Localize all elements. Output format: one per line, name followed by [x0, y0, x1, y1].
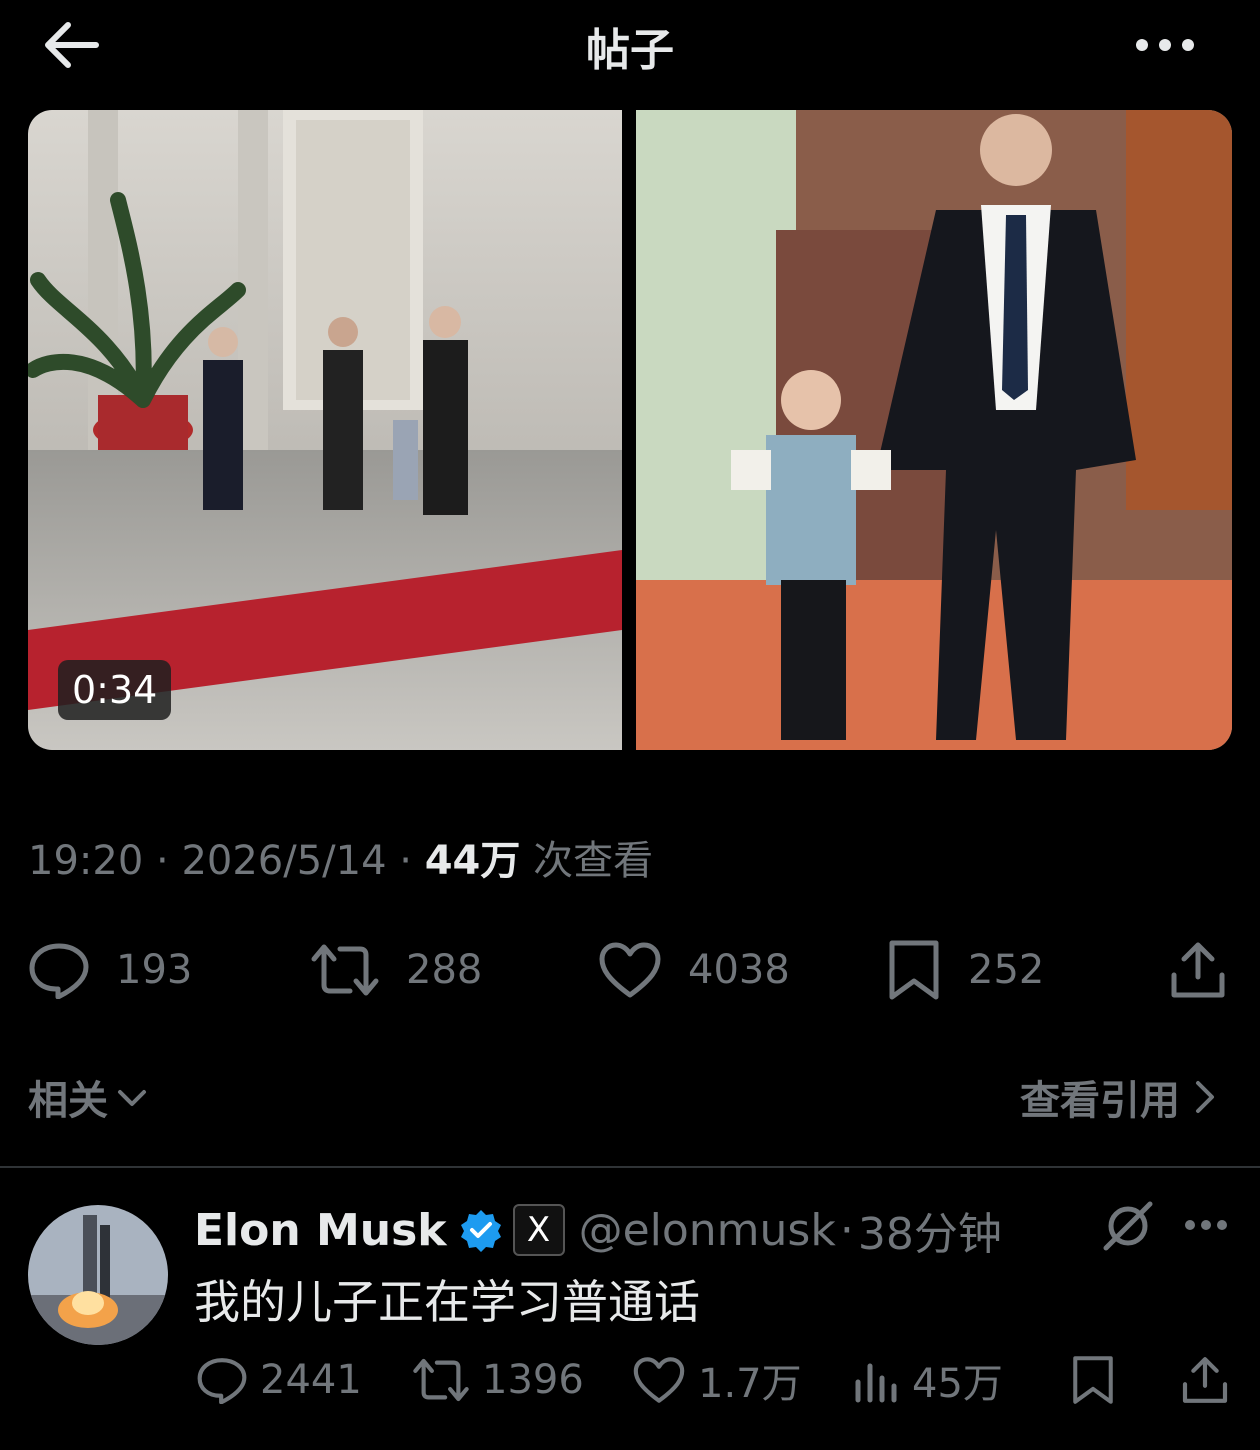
reply-like-count: 1.7万	[698, 1361, 802, 1407]
divider	[0, 1166, 1260, 1168]
comment-icon	[197, 1358, 247, 1404]
reply-header: Elon Musk X @elonmusk · 38分钟	[194, 1198, 1002, 1262]
post-meta: 19:20 · 2026/5/14 · 44万 次查看	[28, 838, 654, 884]
view-quotes-label: 查看引用	[1020, 1078, 1180, 1124]
view-count: 44万	[424, 838, 521, 884]
repost-count: 288	[406, 947, 483, 993]
media-grid: 0:34	[28, 110, 1232, 750]
more-horizontal-icon	[1185, 1220, 1227, 1230]
reply-text: 我的儿子正在学习普通话	[194, 1275, 700, 1329]
reply-more-button[interactable]	[1182, 1210, 1230, 1244]
reply-like-button[interactable]: 1.7万	[632, 1350, 802, 1410]
reply-repost-button[interactable]: 1396	[412, 1350, 584, 1410]
grok-button[interactable]	[1100, 1200, 1156, 1256]
more-horizontal-icon	[1136, 39, 1194, 51]
view-label: 次查看	[533, 838, 654, 884]
reply-reply-count: 2441	[260, 1357, 362, 1403]
reply-reply-button[interactable]: 2441	[196, 1350, 362, 1410]
reply-time: 38分钟	[857, 1209, 1002, 1260]
reply-button[interactable]: 193	[28, 935, 192, 1005]
bookmark-button[interactable]: 252	[886, 935, 1044, 1005]
x-affiliate-badge: X	[512, 1204, 565, 1256]
more-button[interactable]	[1130, 18, 1200, 72]
share-icon	[1171, 942, 1225, 998]
page-title: 帖子	[586, 25, 674, 76]
heart-icon	[599, 942, 661, 998]
verified-badge-icon	[460, 1210, 501, 1252]
bookmark-icon	[889, 940, 939, 1000]
bookmark-count: 252	[968, 947, 1045, 993]
comment-icon	[29, 943, 89, 999]
reply-share-button[interactable]	[1180, 1350, 1242, 1410]
video-duration-badge: 0:34	[58, 660, 172, 720]
related-label: 相关	[28, 1078, 108, 1124]
like-button[interactable]: 4038	[598, 935, 790, 1005]
grok-icon	[1103, 1201, 1153, 1251]
repost-button[interactable]: 288	[310, 935, 482, 1005]
repost-icon	[413, 1358, 469, 1402]
like-count: 4038	[688, 947, 790, 993]
author-handle[interactable]: @elonmusk	[579, 1205, 836, 1256]
chevron-down-icon	[118, 1090, 146, 1106]
reply-views-button[interactable]: 45万	[852, 1350, 1003, 1410]
analytics-icon	[855, 1363, 897, 1403]
reply-repost-count: 1396	[482, 1357, 584, 1403]
repost-icon	[311, 944, 379, 996]
avatar[interactable]	[28, 1205, 168, 1345]
reply-count: 193	[116, 947, 193, 993]
share-icon	[1182, 1357, 1228, 1403]
chevron-right-icon	[1196, 1081, 1214, 1113]
post-time: 19:20	[28, 838, 144, 884]
author-name[interactable]: Elon Musk	[194, 1205, 447, 1256]
related-toggle[interactable]: 相关	[28, 1068, 150, 1126]
reply-view-count: 45万	[912, 1361, 1003, 1407]
post-date: 2026/5/14	[181, 838, 387, 884]
bookmark-icon	[1073, 1356, 1113, 1404]
reply-bookmark-button[interactable]	[1070, 1350, 1128, 1410]
view-quotes-link[interactable]: 查看引用	[1020, 1068, 1220, 1126]
share-button[interactable]	[1168, 935, 1254, 1005]
photo-thumbnail[interactable]	[636, 110, 1232, 750]
heart-icon	[633, 1357, 685, 1403]
video-thumbnail[interactable]: 0:34	[28, 110, 622, 750]
